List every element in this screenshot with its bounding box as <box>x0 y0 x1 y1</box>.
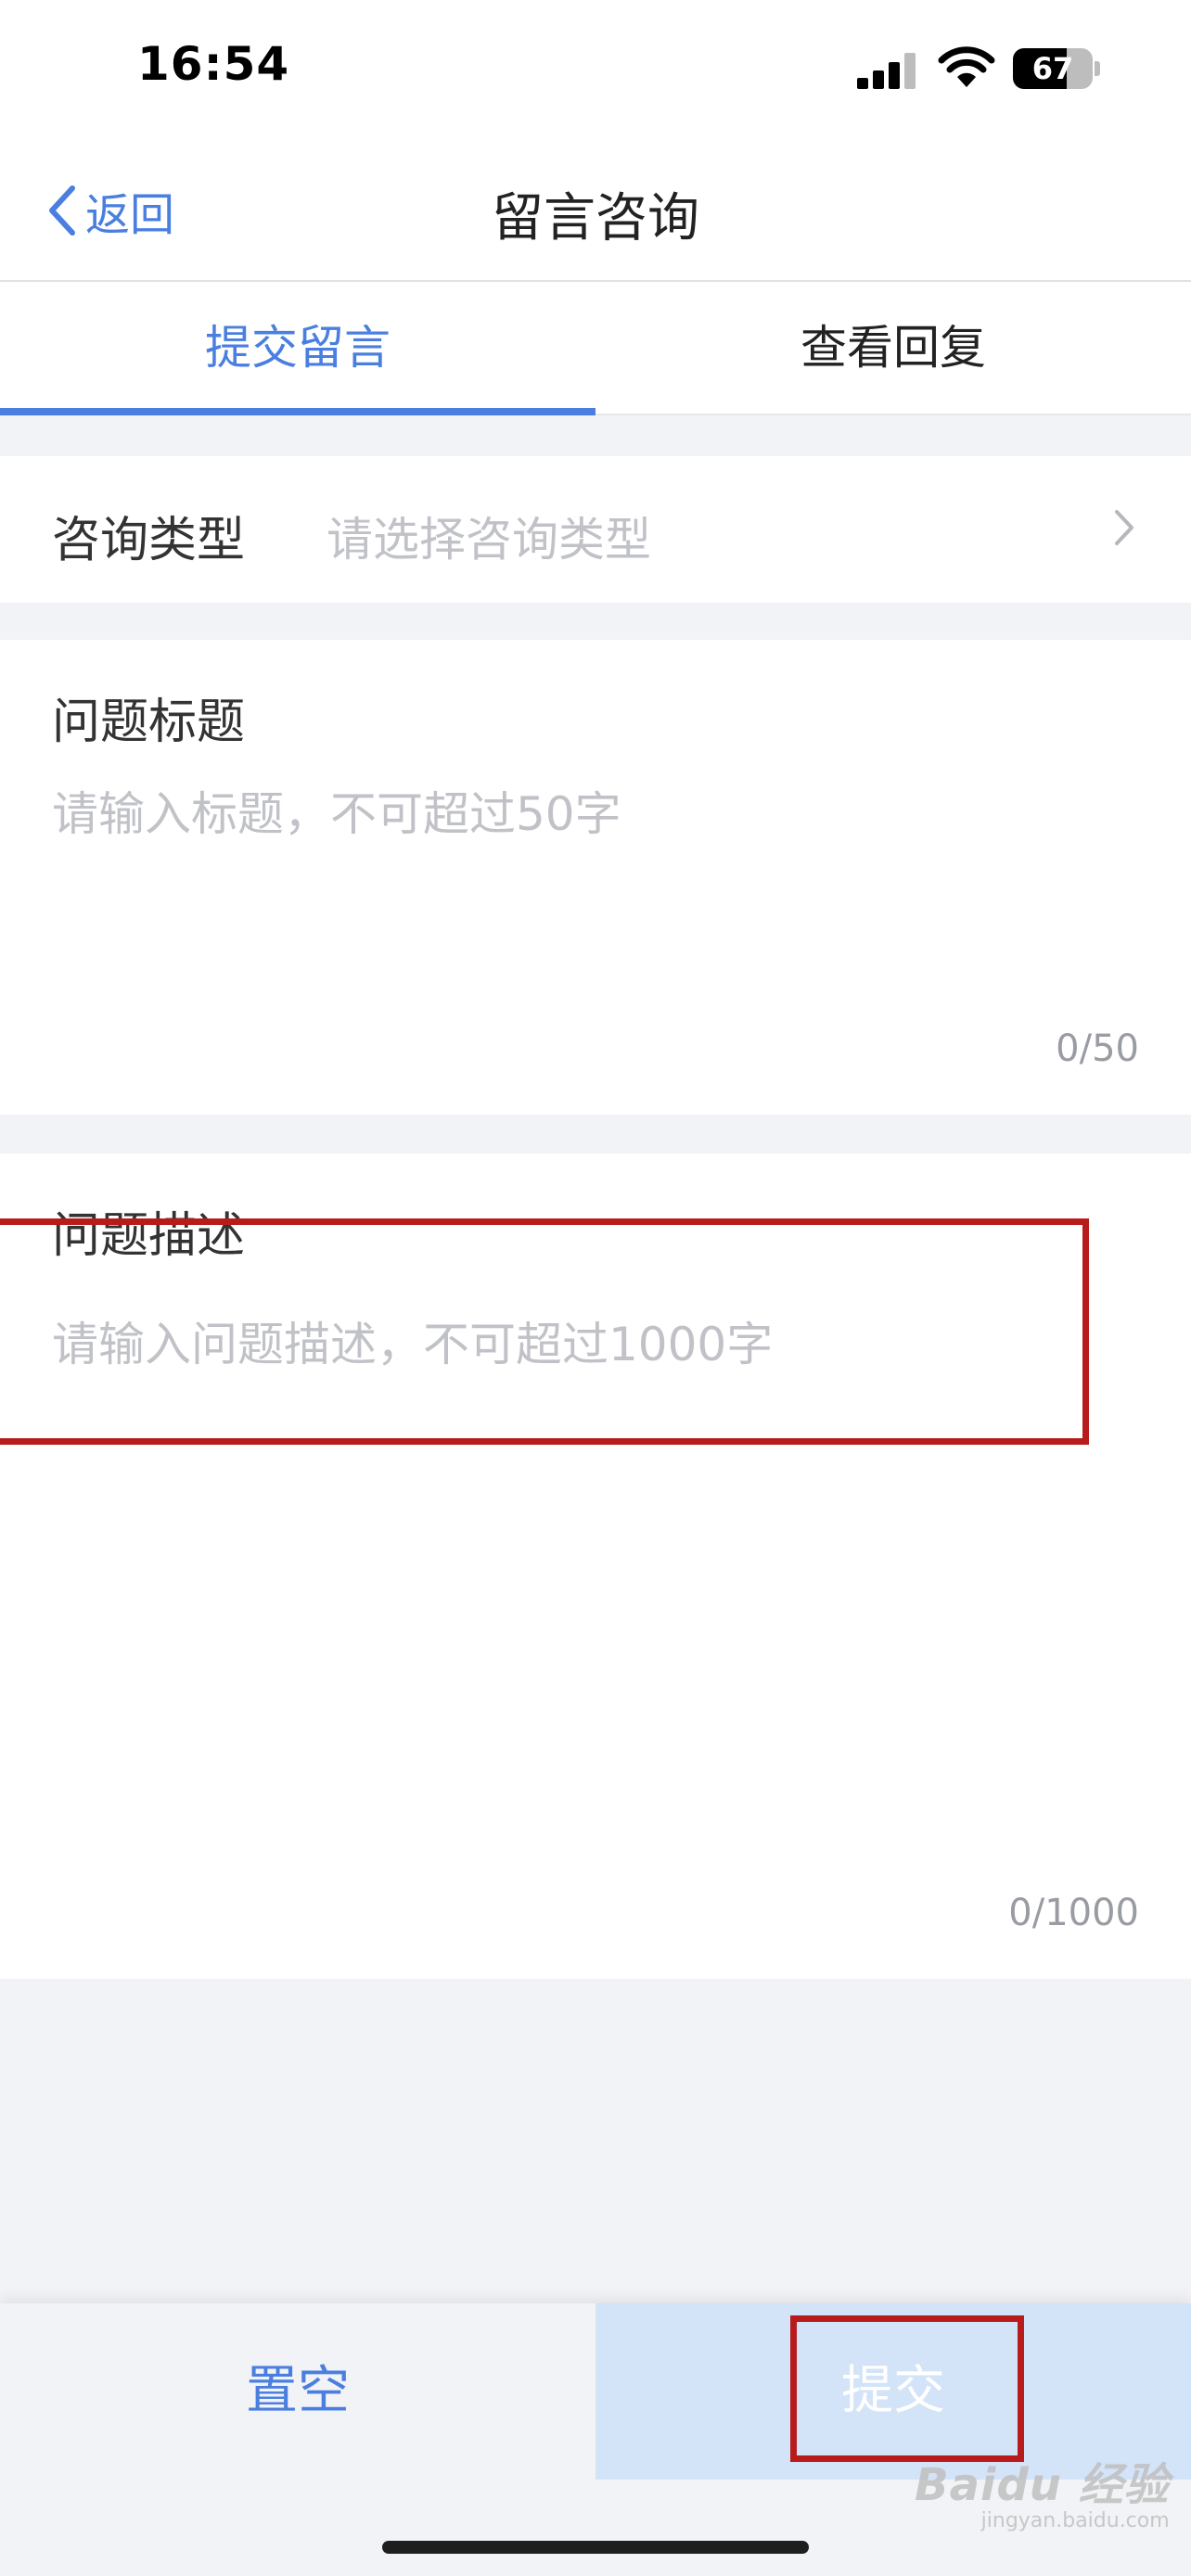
chevron-right-icon <box>1115 510 1133 545</box>
bottom-action-bar: 置空 提交 <box>0 2303 1191 2576</box>
status-bar: 16:54 67 <box>0 0 1191 139</box>
watermark-brand: Baidu 经验 <box>915 2459 1170 2511</box>
nav-bar: 返回 留言咨询 <box>0 139 1191 282</box>
question-title-label: 问题标题 <box>52 695 246 750</box>
cellular-signal-icon <box>857 53 916 89</box>
question-title-input[interactable] <box>52 777 1137 1000</box>
question-title-card: 问题标题 0/50 <box>0 640 1191 1115</box>
battery-icon: 67 <box>1013 48 1093 89</box>
status-time: 16:54 <box>137 37 290 91</box>
tab-bar: 提交留言 查看回复 <box>0 282 1191 415</box>
question-desc-counter: 0/1000 <box>1008 1892 1139 1934</box>
wifi-icon <box>938 46 995 87</box>
consult-type-selector[interactable]: 咨询类型 请选择咨询类型 <box>0 456 1191 603</box>
reset-button[interactable]: 置空 <box>0 2303 596 2480</box>
question-desc-card: 问题描述 0/1000 <box>0 1154 1191 1979</box>
page-title: 留言咨询 <box>492 188 699 249</box>
battery-level: 67 <box>1031 51 1074 86</box>
question-desc-label: 问题描述 <box>52 1208 246 1264</box>
active-tab-indicator <box>0 408 596 415</box>
baidu-jingyan-watermark: Baidu 经验 jingyan.baidu.com <box>915 2448 1170 2532</box>
question-title-counter: 0/50 <box>1056 1027 1139 1070</box>
tab-submit-message[interactable]: 提交留言 <box>0 282 596 414</box>
consult-type-placeholder: 请选择咨询类型 <box>327 513 651 567</box>
home-indicator <box>382 2541 809 2554</box>
consult-type-label: 咨询类型 <box>52 513 246 568</box>
battery-tip <box>1095 61 1100 76</box>
question-desc-input[interactable] <box>52 1307 1137 1882</box>
tab-view-replies[interactable]: 查看回复 <box>596 282 1191 414</box>
